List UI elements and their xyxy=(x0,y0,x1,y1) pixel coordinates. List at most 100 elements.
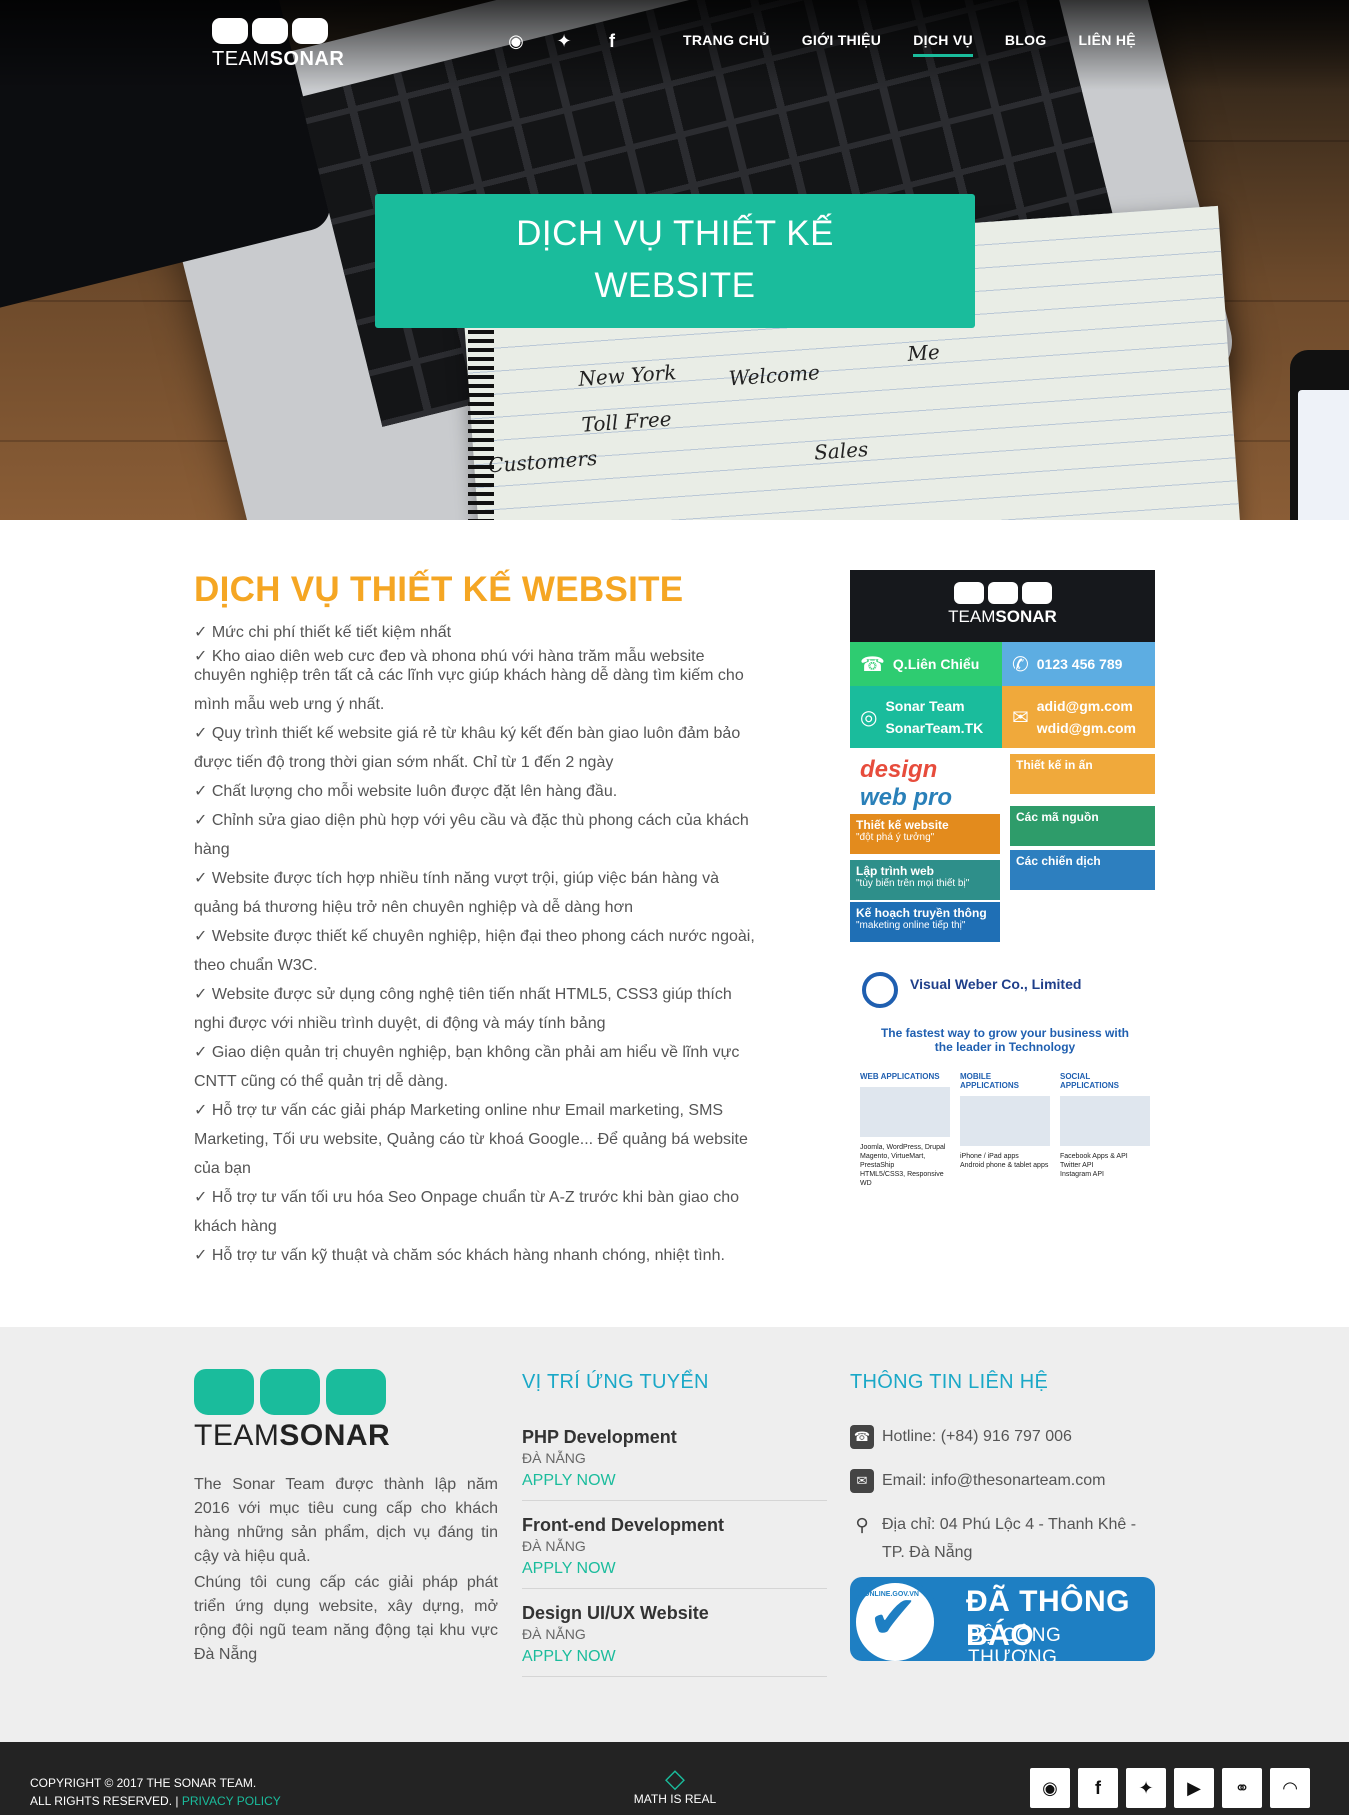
card-logo-text: TEAM xyxy=(948,607,996,626)
service-item: mình mẫu web ưng ý nhất. xyxy=(194,696,385,713)
ad2-column-item: Joomla, WordPress, Drupal xyxy=(860,1144,946,1151)
mail-icon: ✉ xyxy=(850,1469,874,1493)
facebook-icon[interactable]: f xyxy=(601,30,623,52)
copyright-line1: COPYRIGHT © 2017 THE SONAR TEAM. xyxy=(30,1776,257,1790)
job-city: ĐÀ NẴNG xyxy=(522,1538,586,1554)
twitter-icon[interactable]: ✦ xyxy=(553,30,575,52)
service-item: hàng xyxy=(194,841,230,858)
bo-cong-thuong-badge[interactable]: ✔ ONLINE.GOV.VN ĐÃ THÔNG BÁO BỘ CÔNG THƯ… xyxy=(850,1577,1155,1661)
mail-icon: ✉ xyxy=(1012,706,1029,729)
card-site-name: Sonar Team xyxy=(885,698,965,714)
link-icon[interactable]: ⚭ xyxy=(1222,1768,1262,1808)
ad2-column-item: iPhone / iPad apps xyxy=(960,1153,1019,1160)
footer-logo-text-bold: SONAR xyxy=(279,1419,391,1452)
ad1-band-sub: "maketing online tiếp thị" xyxy=(856,920,966,931)
ad1-band-sub: "đột phá ý tưởng" xyxy=(856,832,935,843)
service-item: ✓ Giao diện quản trị chuyên nghiệp, bạn … xyxy=(194,1044,740,1061)
ad1-band-title: Thiết kế website xyxy=(856,818,949,832)
footer-social-links: ◉ f ✦ ▶ ⚭ ◠ xyxy=(1030,1768,1310,1808)
facebook-icon[interactable]: f xyxy=(1078,1768,1118,1808)
ad2-column: MOBILE APPLICATIONS iPhone / iPad apps And… xyxy=(960,1072,1050,1188)
twitter-icon[interactable]: ✦ xyxy=(1126,1768,1166,1808)
dhdesign-logo: design web pro xyxy=(860,756,952,812)
ad1-band: Thiết kế in ấn xyxy=(1010,754,1155,794)
card-email-1: adid@gm.com xyxy=(1036,698,1133,714)
ad2-column-heading: MOBILE APPLICATIONS xyxy=(960,1072,1019,1090)
github-icon[interactable]: ◉ xyxy=(1030,1768,1070,1808)
privacy-policy-link[interactable]: PRIVACY POLICY xyxy=(182,1794,281,1808)
service-item: ✓ Chỉnh sửa giao diện phù hợp với yêu cầ… xyxy=(194,812,749,829)
job-item: Design UI/UX Website ĐÀ NẴNG APPLY NOW xyxy=(522,1603,827,1677)
service-item: ✓ Quy trình thiết kế website giá rẻ từ k… xyxy=(194,725,741,742)
nav-blog[interactable]: BLOG xyxy=(1005,32,1047,57)
phone-handset-icon: ☎ xyxy=(860,653,885,676)
card-location: ☎ Q.Liên Chiểu xyxy=(850,642,1002,686)
apply-now-link[interactable]: APPLY NOW xyxy=(522,1648,827,1666)
phone-icon: ✆ xyxy=(1012,653,1029,676)
contact-card-image[interactable]: TEAMSONAR ☎ Q.Liên Chiểu ✆ 0123 456 789 ◎ S… xyxy=(850,570,1155,748)
hero-banner: DỊCH VỤ THIẾT KẾ WEBSITE xyxy=(375,194,975,328)
youtube-icon[interactable]: ▶ xyxy=(1174,1768,1214,1808)
hero-section: New York Toll Free Welcome Me Customers … xyxy=(0,0,1349,520)
badge-ring-text: ONLINE.GOV.VN xyxy=(864,1591,919,1598)
job-title[interactable]: Front-end Development xyxy=(522,1515,827,1536)
footer-about-1: The Sonar Team được thành lập năm 2016 v… xyxy=(194,1476,498,1565)
ad2-column-item: Android phone & tablet apps xyxy=(960,1162,1049,1169)
logo-text: TEAM xyxy=(212,48,270,70)
service-item: ✓ Website được sử dụng công nghệ tiên ti… xyxy=(194,986,732,1003)
footer-about: The Sonar Team được thành lập năm 2016 v… xyxy=(194,1473,498,1667)
nav-dich-vu[interactable]: DỊCH VỤ xyxy=(913,32,973,57)
ad1-brand-2: web pro xyxy=(860,784,953,811)
service-item: khách hàng xyxy=(194,1218,277,1235)
logo-text-bold: SONAR xyxy=(269,48,345,70)
sketch-text: New York xyxy=(577,360,678,391)
nav-trang-chu[interactable]: TRANG CHỦ xyxy=(683,32,770,57)
service-item: ✓ Hỗ trợ tư vấn tối ưu hóa Seo Onpage ch… xyxy=(194,1189,740,1206)
email-text: Email: info@thesonarteam.com xyxy=(882,1472,1106,1489)
contact-info: ☎ Hotline: (+84) 916 797 006 ✉ Email: info… xyxy=(850,1423,1155,1583)
service-content: DỊCH VỤ THIẾT KẾ WEBSITE ✓ Mức chi phí t… xyxy=(194,570,814,1270)
footer-logo-text: TEAM xyxy=(194,1419,280,1452)
sidebar: TEAMSONAR ☎ Q.Liên Chiểu ✆ 0123 456 789 ◎ S… xyxy=(850,570,1155,1187)
ad1-brand-1: design xyxy=(860,756,938,783)
copyright-line2: ALL RIGHTS RESERVED. | xyxy=(30,1794,179,1808)
service-item: theo chuẩn W3C. xyxy=(194,957,318,974)
job-item: Front-end Development ĐÀ NẴNG APPLY NOW xyxy=(522,1515,827,1589)
card-email-2: wdid@gm.com xyxy=(1036,720,1136,736)
service-item: ✓ Hỗ trợ tư vấn các giải pháp Marketing … xyxy=(194,1102,724,1119)
card-location-text: Q.Liên Chiểu xyxy=(892,656,980,672)
ad2-column: WEB APPLICATIONS Joomla, WordPress, Drupa… xyxy=(860,1072,950,1188)
dhdesign-ad-image[interactable]: design web pro Thiết kế in ấn Thiết kế web… xyxy=(850,754,1155,954)
visual-weber-ad-image[interactable]: Visual Weber Co., Limited The fastest wa… xyxy=(850,968,1155,1187)
bottom-bar: COPYRIGHT © 2017 THE SONAR TEAM. ALL RIG… xyxy=(0,1742,1349,1815)
footer-logo[interactable]: TEAMSONAR xyxy=(194,1369,390,1453)
visual-weber-logo-icon xyxy=(862,972,898,1008)
apply-now-link[interactable]: APPLY NOW xyxy=(522,1560,827,1578)
rss-icon[interactable]: ◠ xyxy=(1270,1768,1310,1808)
site-logo[interactable]: TEAMSONAR xyxy=(212,18,344,70)
service-item: ✓ Chất lượng cho mỗi website luôn được đ… xyxy=(194,783,618,800)
ad2-column-item: Magento, VirtueMart, PrestaShip xyxy=(860,1153,926,1169)
ad2-column-item: Instagram API xyxy=(1060,1171,1104,1178)
main-nav: TRANG CHỦ GIỚI THIỆU DỊCH VỤ BLOG LIÊN H… xyxy=(683,32,1136,57)
ad1-band-title: Kế hoạch truyền thông xyxy=(856,906,987,920)
job-title[interactable]: PHP Development xyxy=(522,1427,827,1448)
ad1-band-title: Thiết kế in ấn xyxy=(1016,758,1093,772)
hero-banner-line2: WEBSITE xyxy=(594,266,756,305)
nav-lien-he[interactable]: LIÊN HỆ xyxy=(1079,32,1136,57)
apply-now-link[interactable]: APPLY NOW xyxy=(522,1472,827,1490)
ad2-device-image xyxy=(860,1087,950,1137)
job-city: ĐÀ NẴNG xyxy=(522,1450,586,1466)
nav-gioi-thieu[interactable]: GIỚI THIỆU xyxy=(802,32,882,57)
math-is-real: ◇ MATH IS REAL xyxy=(612,1764,738,1806)
hotline-text: Hotline: (+84) 916 797 006 xyxy=(882,1428,1072,1445)
service-item: nghi được với nhiều trình duyệt, di động… xyxy=(194,1015,606,1032)
ad1-band: Các chiến dịch xyxy=(1010,850,1155,890)
job-title[interactable]: Design UI/UX Website xyxy=(522,1603,827,1624)
phone-image xyxy=(1290,350,1349,520)
badge-line2: BỘ CÔNG THƯƠNG xyxy=(968,1625,1062,1661)
service-item: chuyên nghiệp trên tất cả các lĩnh vực g… xyxy=(194,667,744,684)
ad2-tagline-2: the leader in Technology xyxy=(934,1040,1076,1054)
sketch-text: Welcome xyxy=(727,360,821,391)
github-icon[interactable]: ◉ xyxy=(505,30,527,52)
